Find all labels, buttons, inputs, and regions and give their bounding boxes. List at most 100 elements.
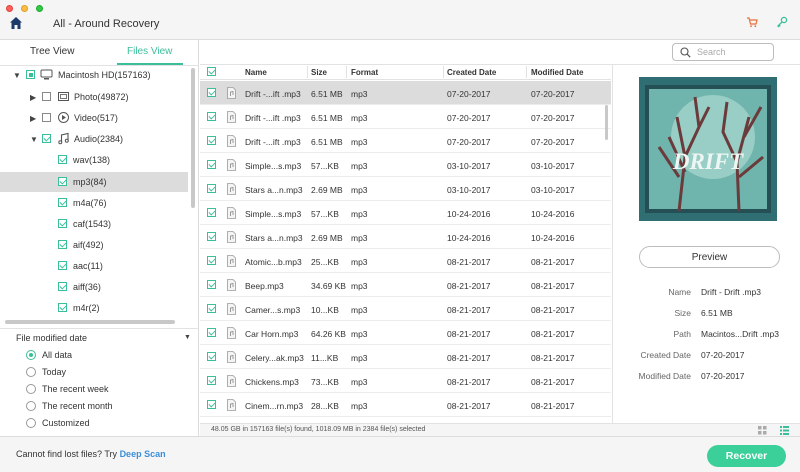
table-row[interactable]: Stars a...n.mp3 2.69 MB mp3 10-24-2016 10-24… <box>200 225 611 249</box>
table-row[interactable]: Camer...s.mp3 10...KB mp3 08-21-2017 08-21-2… <box>200 297 611 321</box>
tree-item-wav[interactable]: wav(138) <box>0 150 188 170</box>
tab-files-view[interactable]: Files View <box>127 46 172 57</box>
cell-format: mp3 <box>351 161 368 171</box>
table-row[interactable]: Stars a...n.mp3 2.69 MB mp3 03-10-2017 03-10… <box>200 177 611 201</box>
tree-horizontal-scrollbar[interactable] <box>5 320 175 324</box>
deep-scan-link[interactable]: Deep Scan <box>120 449 166 459</box>
row-checkbox[interactable] <box>207 256 216 265</box>
recover-button[interactable]: Recover <box>707 445 786 467</box>
chevron-down-icon[interactable]: ▼ <box>30 135 38 144</box>
chevron-right-icon[interactable]: ▶ <box>30 114 36 123</box>
tree-item-aiff[interactable]: aiff(36) <box>0 277 188 297</box>
search-input[interactable] <box>697 45 771 59</box>
audio-file-icon <box>227 255 236 267</box>
cart-icon[interactable] <box>746 16 758 28</box>
radio-button[interactable] <box>26 350 36 360</box>
tree-checkbox[interactable] <box>58 198 67 207</box>
cell-modified-date: 08-21-2017 <box>531 353 575 363</box>
tree-item-m4r[interactable]: m4r(2) <box>0 298 188 318</box>
key-icon[interactable] <box>776 16 788 28</box>
table-row[interactable]: Cinem...rn.mp3 28...KB mp3 08-21-2017 08-21-… <box>200 393 611 417</box>
cell-format: mp3 <box>351 329 368 339</box>
table-row[interactable]: Drift -...ift .mp3 6.51 MB mp3 07-20-2017 07… <box>200 129 611 153</box>
cell-created-date: 03-10-2017 <box>447 185 491 195</box>
cell-modified-date: 08-21-2017 <box>531 257 575 267</box>
tree-checkbox[interactable] <box>58 303 67 312</box>
row-checkbox[interactable] <box>207 136 216 145</box>
radio-button[interactable] <box>26 418 36 428</box>
tree-item-audio[interactable]: ▼ Audio(2384) <box>0 129 188 149</box>
tree-checkbox[interactable] <box>58 282 67 291</box>
tree-item-video[interactable]: ▶ Video(517) <box>0 108 188 128</box>
audio-file-icon <box>227 375 236 387</box>
cell-created-date: 07-20-2017 <box>447 89 491 99</box>
table-row[interactable]: Simple...s.mp3 57...KB mp3 10-24-2016 10-24-… <box>200 201 611 225</box>
row-checkbox[interactable] <box>207 304 216 313</box>
list-view-icon[interactable] <box>780 426 789 435</box>
radio-button[interactable] <box>26 384 36 394</box>
window-maximize-button[interactable] <box>36 5 43 12</box>
radio-button[interactable] <box>26 367 36 377</box>
home-icon[interactable] <box>9 16 23 30</box>
column-name[interactable]: Name <box>245 68 267 77</box>
tree-item-m4a[interactable]: m4a(76) <box>0 193 188 213</box>
table-row[interactable]: Car Horn.mp3 64.26 KB mp3 08-21-2017 08-21-2… <box>200 321 611 345</box>
tree-checkbox[interactable] <box>58 240 67 249</box>
row-checkbox[interactable] <box>207 112 216 121</box>
tree-item-macintosh-hd[interactable]: ▼ Macintosh HD(157163) <box>0 65 188 85</box>
table-row[interactable]: Beep.mp3 34.69 KB mp3 08-21-2017 08-21-2017 <box>200 273 611 297</box>
table-row[interactable]: Simple...s.mp3 57...KB mp3 03-10-2017 03-10-… <box>200 153 611 177</box>
column-created-date[interactable]: Created Date <box>447 68 496 77</box>
row-checkbox[interactable] <box>207 232 216 241</box>
select-all-checkbox[interactable] <box>207 67 216 76</box>
table-row[interactable]: Chickens.mp3 73...KB mp3 08-21-2017 08-21-20… <box>200 369 611 393</box>
tree-checkbox[interactable] <box>26 70 35 79</box>
tree-item-aac[interactable]: aac(11) <box>0 256 188 276</box>
row-checkbox[interactable] <box>207 352 216 361</box>
table-row[interactable]: Drift -...ift .mp3 6.51 MB mp3 07-20-2017 07… <box>200 105 611 129</box>
chevron-right-icon[interactable]: ▶ <box>30 93 36 102</box>
table-vertical-scrollbar[interactable] <box>605 105 608 140</box>
column-format[interactable]: Format <box>351 68 378 77</box>
tree-checkbox[interactable] <box>58 177 67 186</box>
row-checkbox[interactable] <box>207 328 216 337</box>
search-box[interactable] <box>672 43 774 61</box>
chevron-down-icon[interactable]: ▼ <box>13 71 21 80</box>
row-checkbox[interactable] <box>207 184 216 193</box>
row-checkbox[interactable] <box>207 376 216 385</box>
table-row[interactable]: Drift -...ift .mp3 6.51 MB mp3 07-20-2017 07… <box>200 81 611 105</box>
tab-tree-view[interactable]: Tree View <box>30 46 74 57</box>
radio-label: The recent month <box>42 401 113 411</box>
tree-vertical-scrollbar[interactable] <box>191 68 195 208</box>
tree-checkbox[interactable] <box>58 219 67 228</box>
table-row[interactable]: Celery...ak.mp3 11...KB mp3 08-21-2017 08-21… <box>200 345 611 369</box>
chevron-down-icon[interactable]: ▼ <box>184 334 191 341</box>
table-row[interactable]: Atomic...b.mp3 25...KB mp3 08-21-2017 08-21-… <box>200 249 611 273</box>
filter-title[interactable]: File modified date <box>16 333 87 343</box>
row-checkbox[interactable] <box>207 160 216 169</box>
column-modified-date[interactable]: Modified Date <box>531 68 583 77</box>
tree-item-mp3[interactable]: mp3(84) <box>0 172 188 192</box>
window-close-button[interactable] <box>6 5 13 12</box>
row-checkbox[interactable] <box>207 88 216 97</box>
tree-checkbox[interactable] <box>58 261 67 270</box>
tree-checkbox[interactable] <box>42 92 51 101</box>
tree-checkbox[interactable] <box>42 113 51 122</box>
tree-item-photo[interactable]: ▶ Photo(49872) <box>0 87 188 107</box>
tree-item-aif[interactable]: aif(492) <box>0 235 188 255</box>
column-size[interactable]: Size <box>311 68 327 77</box>
cell-name: Stars a...n.mp3 <box>245 185 303 195</box>
row-checkbox[interactable] <box>207 208 216 217</box>
column-divider <box>346 66 347 78</box>
radio-button[interactable] <box>26 401 36 411</box>
row-checkbox[interactable] <box>207 400 216 409</box>
row-checkbox[interactable] <box>207 280 216 289</box>
tree-item-caf[interactable]: caf(1543) <box>0 214 188 234</box>
tree-checkbox[interactable] <box>42 134 51 143</box>
info-value: 07-20-2017 <box>701 350 745 360</box>
grid-view-icon[interactable] <box>758 426 767 435</box>
tree-item-label: aac(11) <box>73 261 103 271</box>
window-minimize-button[interactable] <box>21 5 28 12</box>
preview-button[interactable]: Preview <box>639 246 780 268</box>
tree-checkbox[interactable] <box>58 155 67 164</box>
